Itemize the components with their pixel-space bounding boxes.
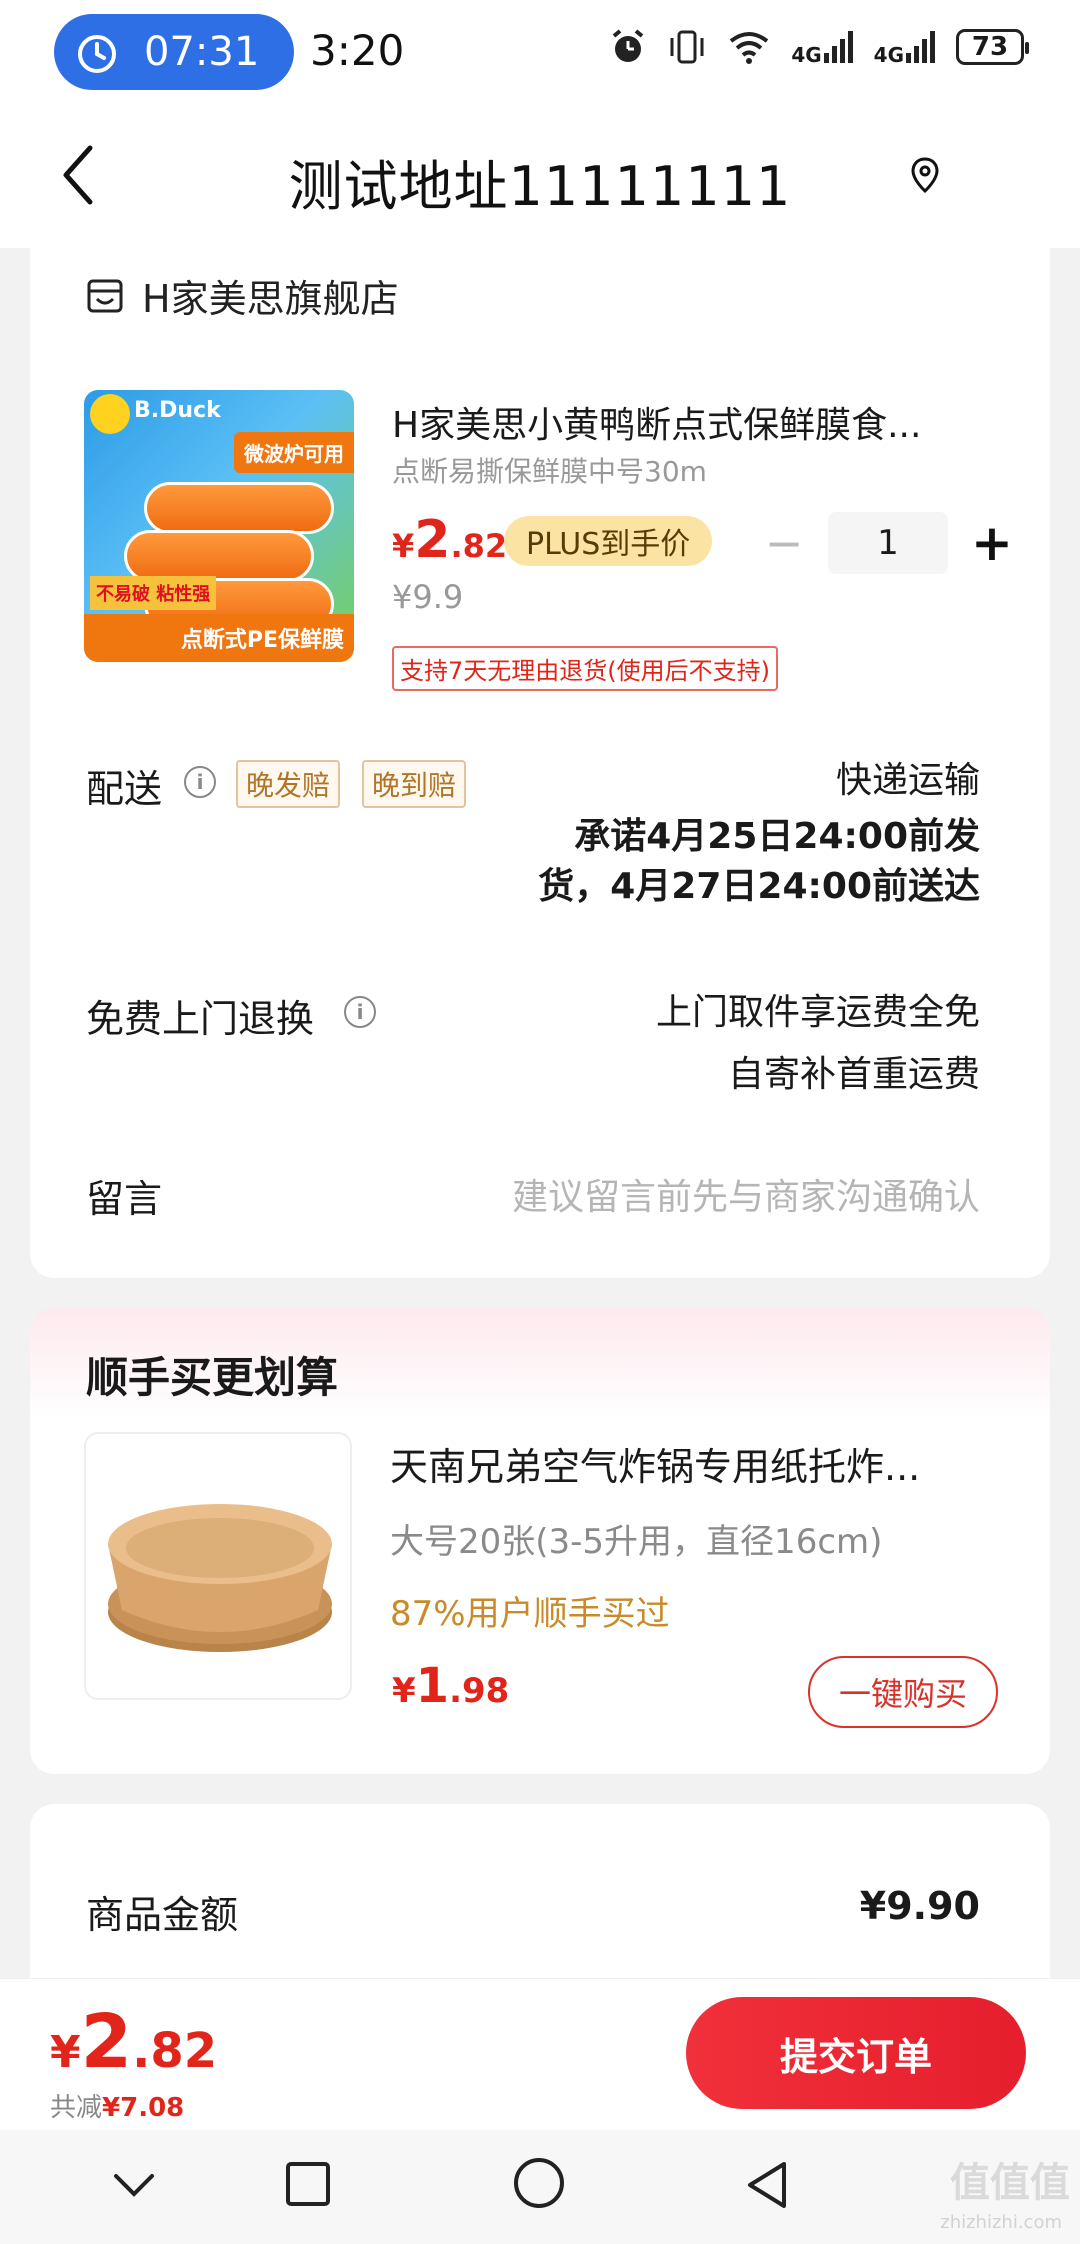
increase-button[interactable]: + xyxy=(962,513,1022,573)
recents-square-icon[interactable] xyxy=(284,2160,332,2208)
product-image[interactable]: B.Duck 微波炉可用 不易破 粘性强 点断式PE保鲜膜 xyxy=(84,390,354,662)
signal-1: 4G xyxy=(791,29,853,65)
goods-amount-value: ¥9.90 xyxy=(859,1884,980,1928)
status-clock: 3:20 xyxy=(310,26,405,75)
free-return-line1: 上门取件享运费全免 xyxy=(655,992,980,1033)
quantity-stepper: − 1 + xyxy=(754,512,1022,574)
saved-value: ¥7.08 xyxy=(102,2093,185,2123)
battery-level: 73 xyxy=(971,32,1009,62)
duck-logo-icon xyxy=(90,394,130,434)
delivery-method[interactable]: 快递运输 xyxy=(836,756,980,806)
recommend-product-image[interactable] xyxy=(84,1432,352,1700)
timer-text: 07:31 xyxy=(144,29,260,75)
late-arrival-tag: 晚到赔 xyxy=(362,760,467,808)
plus-price-badge: PLUS到手价 xyxy=(504,516,713,566)
recommend-spec: 大号20张(3-5升用，直径16cm) xyxy=(390,1522,883,1562)
wifi-icon xyxy=(730,32,769,64)
delivery-label: 配送 xyxy=(86,767,163,811)
delivery-promise-line1: 承诺4月25日24:00前发 xyxy=(574,816,980,857)
location-pin-icon[interactable] xyxy=(910,156,940,194)
store-icon xyxy=(87,279,123,312)
info-icon[interactable]: i xyxy=(344,996,376,1028)
image-roll xyxy=(124,530,314,582)
network-type-2: 4G xyxy=(873,43,904,67)
total-saved[interactable]: 共减¥7.08 xyxy=(50,2087,184,2124)
price-symbol: ¥ xyxy=(392,1671,416,1711)
status-bar: 07:31 3:20 4G 4G 73 xyxy=(0,0,1080,104)
remark-label: 留言 xyxy=(86,1177,163,1221)
price-integer: 1 xyxy=(415,1658,450,1714)
remark-input[interactable]: 建议留言前先与商家沟通确认 xyxy=(512,1168,980,1220)
signal-bars-icon xyxy=(906,31,935,63)
network-type-1: 4G xyxy=(791,43,822,67)
paper-liner-image xyxy=(108,1504,332,1652)
original-price: ¥9.9 xyxy=(392,578,464,616)
alarm-icon xyxy=(613,29,644,62)
free-return-label: 免费上门退换 xyxy=(86,997,315,1041)
order-card: H家美思旗舰店 B.Duck 微波炉可用 不易破 粘性强 点断式PE保鲜膜 H家… xyxy=(30,248,1050,1278)
signal-bars-icon xyxy=(823,31,853,63)
image-side-tag: 不易破 粘性强 xyxy=(90,576,217,610)
vibrate-icon xyxy=(670,30,704,64)
status-icons: 4G 4G 73 xyxy=(609,28,1029,66)
image-roll xyxy=(144,482,334,534)
product-title[interactable]: H家美思小黄鸭断点式保鲜膜食... xyxy=(392,396,992,448)
recommend-price: ¥ 1 .98 xyxy=(392,1658,509,1714)
price-symbol: ¥ xyxy=(392,527,415,565)
submit-order-button[interactable]: 提交订单 xyxy=(686,1997,1026,2109)
battery-indicator: 73 xyxy=(956,29,1029,65)
info-icon[interactable]: i xyxy=(184,766,216,798)
store-name: H家美思旗舰店 xyxy=(142,277,399,321)
home-circle-icon[interactable] xyxy=(512,2156,566,2210)
checkout-bar: ¥ 2 .82 共减¥7.08 提交订单 xyxy=(0,1978,1080,2130)
product-spec[interactable]: 点断易撕保鲜膜中号30m xyxy=(392,450,707,490)
watermark-logo: 值值值 xyxy=(950,2160,1070,2206)
return-policy-tag: 支持7天无理由退货(使用后不支持) xyxy=(392,646,778,691)
decrease-button[interactable]: − xyxy=(754,513,814,573)
price-decimal: .98 xyxy=(449,1671,510,1711)
quantity-input[interactable]: 1 xyxy=(828,512,948,574)
price-decimal: .82 xyxy=(450,527,508,565)
summary-card: 商品金额 ¥9.90 xyxy=(30,1804,1050,2004)
image-top-tag: 微波炉可用 xyxy=(234,432,354,473)
page-header: 测试地址11111111 xyxy=(0,104,1080,248)
delivery-promise-line2: 货，4月27日24:00前送达 xyxy=(538,866,980,907)
recommend-section-title: 顺手买更划算 xyxy=(86,1353,339,1402)
total-price: ¥ 2 .82 xyxy=(50,1999,217,2085)
recommend-title[interactable]: 天南兄弟空气炸锅专用纸托炸... xyxy=(390,1436,1010,1491)
one-click-buy-button[interactable]: 一键购买 xyxy=(808,1656,998,1728)
timer-pill[interactable]: 07:31 xyxy=(54,14,294,90)
goods-amount-label: 商品金额 xyxy=(86,1893,239,1937)
price-integer: 2 xyxy=(414,510,451,570)
price-symbol: ¥ xyxy=(50,2027,81,2078)
image-bottom-banner: 点断式PE保鲜膜 xyxy=(84,614,354,662)
recommend-card: 顺手买更划算 天南兄弟空气炸锅专用纸托炸... 大号20张(3-5升用，直径16… xyxy=(30,1308,1050,1774)
signal-2: 4G xyxy=(874,29,936,65)
store-row[interactable]: H家美思旗舰店 xyxy=(86,268,399,323)
late-ship-tag: 晚发赔 xyxy=(236,760,341,808)
saved-prefix: 共减 xyxy=(50,2093,103,2123)
system-nav-bar xyxy=(0,2130,1080,2244)
free-return-line2: 自寄补首重运费 xyxy=(727,1054,980,1095)
timer-icon xyxy=(78,35,116,73)
price-integer: 2 xyxy=(80,1999,133,2085)
watermark-site: zhizhizhi.com xyxy=(940,2212,1062,2233)
price-decimal: .82 xyxy=(132,2023,218,2079)
product-price: ¥ 2 .82 xyxy=(392,510,507,570)
back-triangle-icon[interactable] xyxy=(744,2160,790,2210)
recommend-bought-pct: 87%用户顺手买过 xyxy=(390,1594,670,1634)
chevron-down-icon[interactable] xyxy=(112,2170,156,2200)
brand-logo-text: B.Duck xyxy=(134,398,221,423)
